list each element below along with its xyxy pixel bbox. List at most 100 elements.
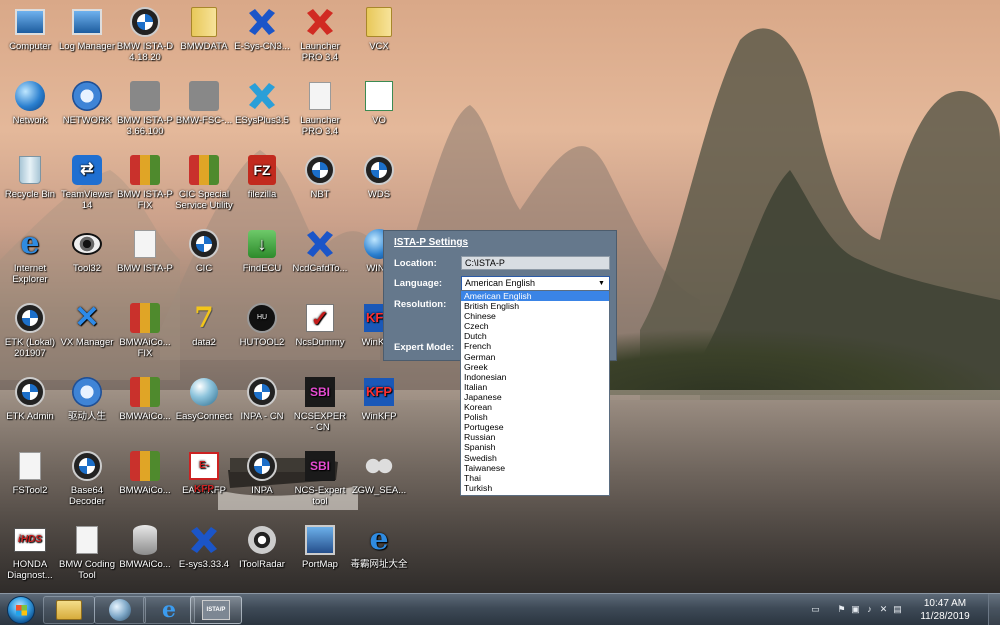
language-option[interactable]: Korean <box>461 402 609 412</box>
desktop-icon[interactable]: BMWAiCo... <box>116 524 174 570</box>
taskbar-network-button[interactable] <box>94 596 146 624</box>
printer-icon[interactable]: ▤ <box>892 604 903 615</box>
language-option[interactable]: Indonesian <box>461 372 609 382</box>
desktop-icon[interactable]: Launcher PRO 3.4 <box>291 80 349 137</box>
keyboard-icon[interactable]: ▭ <box>810 604 821 615</box>
desktop-icon[interactable]: E-Sys-CN3... <box>233 6 291 52</box>
desktop-icon[interactable]: EasyConnect <box>175 376 233 422</box>
desktop-icon[interactable]: ✓ NcsDummy <box>291 302 349 348</box>
aico-icon <box>129 450 161 482</box>
desktop-icon[interactable]: iHDS HONDA Diagnost... <box>1 524 59 581</box>
desktop-icon-label: Network <box>12 115 48 126</box>
desktop-icon[interactable]: BMWAiCo... FIX <box>116 302 174 359</box>
desktop-icon[interactable]: INPA <box>233 450 291 496</box>
desktop-icon[interactable]: Computer <box>1 6 59 52</box>
desktop-icon-label: BMWAiCo... <box>119 485 171 496</box>
language-option[interactable]: Greek <box>461 362 609 372</box>
taskbar-ista-p-button[interactable]: ISTA/P <box>190 596 242 624</box>
desktop-icon[interactable]: FSTool2 <box>1 450 59 496</box>
language-option[interactable]: French <box>461 341 609 351</box>
desktop-icon[interactable]: Base64 Decoder <box>58 450 116 507</box>
computer-icon <box>14 6 46 38</box>
desktop-icon[interactable]: SBI NCSEXPER - CN <box>291 376 349 433</box>
taskbar-ie-button[interactable]: e <box>143 596 195 624</box>
desktop-icon[interactable]: IToolRadar <box>233 524 291 570</box>
desktop-icon[interactable]: BMWDATA <box>175 6 233 52</box>
desktop-icon[interactable]: Recycle Bin <box>1 154 59 200</box>
desktop-icon[interactable]: BMW ISTA-P <box>116 228 174 274</box>
desktop-icon[interactable]: ETK (Lokal) 201907 <box>1 302 59 359</box>
desktop-icon[interactable]: BMWAiCo... <box>116 376 174 422</box>
desktop-icon[interactable]: ↓ FindECU <box>233 228 291 274</box>
desktop-icon[interactable]: ZGW_SEA... <box>350 450 408 496</box>
desktop-icon[interactable]: ETK Admin <box>1 376 59 422</box>
desktop-icon[interactable]: NBT <box>291 154 349 200</box>
desktop-icon[interactable]: SBI NCS-Expert tool <box>291 450 349 507</box>
desktop-icon[interactable]: NcdCafdTo... <box>291 228 349 274</box>
language-options-list[interactable]: American English British English Chinese Cz… <box>460 290 610 496</box>
desktop-icon[interactable]: BMW-FSC-... <box>175 80 233 126</box>
language-option[interactable]: Czech <box>461 321 609 331</box>
desktop-icon[interactable]: CIC Special Service Utility <box>175 154 233 211</box>
language-option[interactable]: Turkish <box>461 483 609 493</box>
desktop-icon-label: 毒霸网址大全 <box>350 559 408 570</box>
display-icon[interactable]: ▣ <box>850 604 861 615</box>
location-field[interactable] <box>461 256 610 270</box>
language-dropdown[interactable]: American English ▼ <box>461 276 610 291</box>
desktop-icon[interactable]: Launcher PRO 3.4 <box>291 6 349 63</box>
desktop-icon[interactable]: 7 data2 <box>175 302 233 349</box>
chevron-down-icon[interactable]: ▼ <box>596 278 607 289</box>
desktop-icon[interactable]: e Internet Explorer <box>1 228 59 286</box>
desktop-icon[interactable]: 驱动人生 <box>58 376 116 422</box>
start-button[interactable] <box>2 594 40 625</box>
desktop-icon[interactable]: VCX <box>350 6 408 52</box>
network-status-icon[interactable]: ✕ <box>878 604 889 615</box>
windows-logo-icon <box>7 595 35 624</box>
desktop-icon[interactable]: BMWAiCo... <box>116 450 174 496</box>
flag-icon[interactable]: ⚑ <box>836 604 847 615</box>
language-option[interactable]: American English <box>461 291 609 302</box>
language-option[interactable]: Dutch <box>461 331 609 341</box>
desktop-icon[interactable]: PortMap <box>291 524 349 570</box>
language-option[interactable]: Russian <box>461 432 609 442</box>
language-option[interactable]: German <box>461 352 609 362</box>
desktop-icon[interactable]: BMW Coding Tool <box>58 524 116 581</box>
language-option[interactable]: Spanish <box>461 442 609 452</box>
desktop-icon[interactable]: BMW ISTA-P FIX <box>116 154 174 211</box>
language-option[interactable]: Portugese <box>461 422 609 432</box>
desktop-icon[interactable]: FZ filezilla <box>233 154 291 200</box>
desktop-icon[interactable]: NETWORK <box>58 80 116 126</box>
desktop-icon[interactable]: Tool32 <box>58 228 116 274</box>
language-option[interactable]: Japanese <box>461 392 609 402</box>
speaker-icon[interactable]: ♪ <box>864 604 875 615</box>
desktop-icon[interactable]: Log Manager <box>58 6 116 52</box>
desktop-icon[interactable]: e 毒霸网址大全 <box>350 524 408 571</box>
desktop-icon[interactable]: E-KFPEASYKFP <box>175 450 233 496</box>
show-desktop-button[interactable] <box>988 594 1000 625</box>
desktop-icon[interactable]: Network <box>1 80 59 126</box>
language-option[interactable]: Thai <box>461 473 609 483</box>
clock-date[interactable]: 11/28/2019 <box>910 611 980 622</box>
clock-time[interactable]: 10:47 AM <box>910 598 980 609</box>
desktop-icon[interactable]: CIC <box>175 228 233 274</box>
desktop-icon[interactable]: INPA - CN <box>233 376 291 422</box>
desktop-icon[interactable]: BMW ISTA-P 3.66.100 <box>116 80 174 137</box>
desktop-icon[interactable]: E-sys3.33.4 <box>175 524 233 570</box>
desktop-icon[interactable]: KFP WinKFP <box>350 376 408 422</box>
language-option[interactable]: British English <box>461 301 609 311</box>
taskbar-explorer-button[interactable] <box>43 596 95 624</box>
language-option[interactable]: Italian <box>461 382 609 392</box>
desktop-icon[interactable]: ⇄ TeamViewer 14 <box>58 154 116 211</box>
language-option[interactable]: Taiwanese <box>461 463 609 473</box>
language-option[interactable]: Swedish <box>461 453 609 463</box>
desktop-icon[interactable]: WDS <box>350 154 408 200</box>
desktop-icon[interactable]: ESysPlus3.5 <box>233 80 291 126</box>
language-option[interactable]: Chinese <box>461 311 609 321</box>
desktop-icon[interactable]: VO <box>350 80 408 126</box>
eye-icon <box>71 228 103 260</box>
desktop-icon[interactable]: HU HUTOOL2 <box>233 302 291 348</box>
desktop-icon-label: BMWDATA <box>180 41 228 52</box>
language-option[interactable]: Polish <box>461 412 609 422</box>
desktop-icon[interactable]: ✕ VX Manager <box>58 302 116 349</box>
desktop-icon[interactable]: BMW ISTA-D 4.18.20 <box>116 6 174 63</box>
